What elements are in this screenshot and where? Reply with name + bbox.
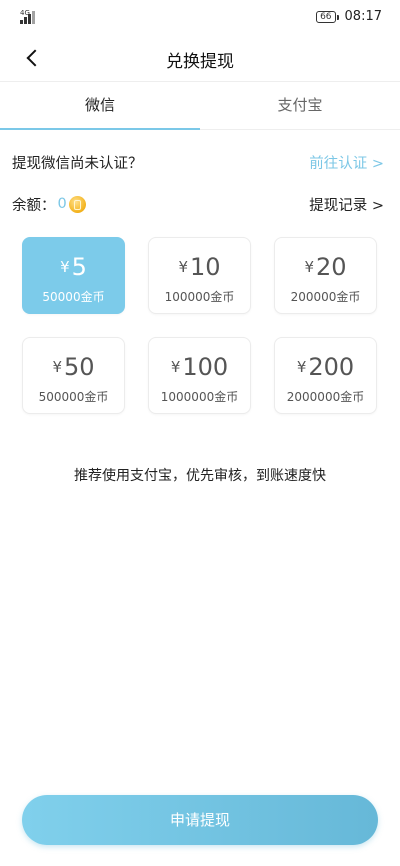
balance-label: 余额： [12,197,56,214]
nav-header: 兑换提现 [0,34,400,82]
yen-symbol: ¥ [170,358,181,376]
balance-value: 0 [57,196,67,212]
tab-wechat[interactable]: 微信 [0,83,200,130]
amount-value: 5 [71,253,87,281]
amount-value: 20 [316,253,347,281]
status-time: 08:17 [344,9,382,24]
yen-symbol: ¥ [296,358,307,376]
certification-status: 提现微信尚未认证？ [12,155,143,172]
yen-symbol: ¥ [304,258,314,276]
amount-option[interactable]: ¥5 50000金币 [22,237,125,314]
amount-coins: 200000金币 [290,290,361,304]
amount-option[interactable]: ¥100 1000000金币 [148,337,251,414]
go-certify-link[interactable]: 前往认证 > [309,152,384,173]
amount-coins: 100000金币 [164,290,235,304]
yen-symbol: ¥ [52,358,62,376]
amount-coins: 2000000金币 [286,390,365,404]
amount-option[interactable]: ¥50 500000金币 [22,337,125,414]
payment-tabs: 微信 支付宝 [0,83,400,130]
balance-row: 余额： 0 提现记录 > [12,192,384,216]
withdraw-records-link[interactable]: 提现记录 > [309,194,384,215]
tab-alipay[interactable]: 支付宝 [200,83,400,129]
amount-value: 50 [64,353,95,381]
amount-coins: 500000金币 [38,390,109,404]
certification-row: 提现微信尚未认证？ 前往认证 > [12,150,384,174]
yen-symbol: ¥ [178,258,188,276]
page-title: 兑换提现 [166,52,234,72]
yen-symbol: ¥ [60,258,70,276]
amount-value: 10 [190,253,221,281]
amount-option[interactable]: ¥20 200000金币 [274,237,377,314]
battery-icon: 66 [316,10,340,23]
gold-coin-icon [68,195,86,213]
amount-option[interactable]: ¥10 100000金币 [148,237,251,314]
recommendation-text: 推荐使用支付宝，优先审核，到账速度快 [74,468,326,484]
apply-withdraw-button[interactable]: 申请提现 [22,795,378,845]
status-bar: 4G 66 08:17 [0,0,400,34]
amount-coins: 1000000金币 [160,390,239,404]
signal-icon: 4G [18,9,36,24]
amount-value: 100 [182,353,229,381]
amount-value: 200 [308,353,355,381]
amount-coins: 50000金币 [42,290,105,304]
amount-option[interactable]: ¥200 2000000金币 [274,337,377,414]
